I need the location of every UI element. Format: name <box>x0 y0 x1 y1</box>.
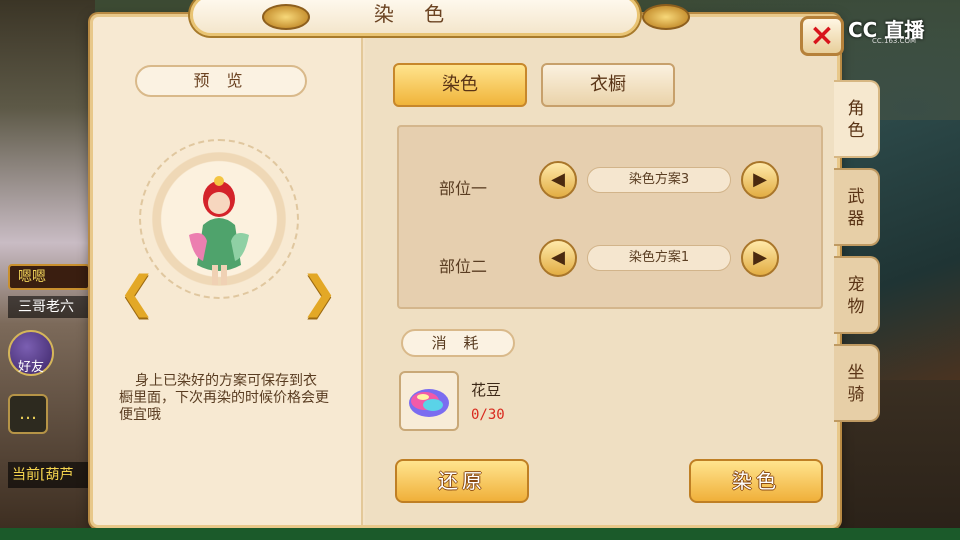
tab-wardrobe[interactable]: 衣橱 <box>541 63 675 107</box>
slot-one-prev-button[interactable]: ◀ <box>539 161 577 199</box>
slot-two-label: 部位二 <box>439 257 488 276</box>
hud-current-channel[interactable]: 当前[葫芦 <box>8 462 90 488</box>
world-right-scenery <box>840 120 960 380</box>
dye-button[interactable]: 染色 <box>689 459 823 503</box>
slot-two-stepper: ◀ 染色方案1 ▶ <box>539 239 779 279</box>
side-tab-weapon-label: 武 器 <box>847 187 865 229</box>
dye-settings-pane: 染色 衣橱 部位一 ◀ 染色方案3 ▶ 部位二 ◀ 染色方案1 ▶ 消 耗 花豆… <box>365 17 837 525</box>
side-tab-mount-label: 坐 骑 <box>847 363 865 405</box>
hud-mute-badge[interactable]: 嗯嗯 <box>8 264 90 290</box>
title-ornament-right-icon <box>642 4 690 30</box>
preview-description: 身上已染好的方案可保存到衣橱里面，下次再染的时候价格会更便宜哦 <box>119 373 329 423</box>
chat-icon[interactable]: … <box>8 394 48 434</box>
hud-friends-button[interactable]: 好友 <box>8 330 54 376</box>
preview-pane: 预 览 ❮ ❯ 身上已染好的方案可保存到衣橱里面，下次再染的时候价格会更便宜哦 <box>93 17 363 525</box>
character-model <box>189 176 249 285</box>
dye-panel: 预 览 ❮ ❯ 身上已染好的方案可保存到衣橱里面，下次再染的时候价格会更便宜哦 … <box>90 14 840 528</box>
flower-bean-icon[interactable] <box>399 371 459 431</box>
side-tab-character-label: 角 色 <box>847 99 865 141</box>
dye-slots-box: 部位一 ◀ 染色方案3 ▶ 部位二 ◀ 染色方案1 ▶ <box>397 125 823 309</box>
window-title: 染 色 <box>190 0 640 36</box>
bottom-chat-strip <box>0 528 960 540</box>
side-tab-pet[interactable]: 宠 物 <box>834 256 880 334</box>
item-count: 0/30 <box>471 407 505 423</box>
hud-channel-text: [葫芦 <box>40 467 74 483</box>
watermark-sub: CC.163.COM <box>872 37 917 45</box>
item-name: 花豆 <box>471 381 502 399</box>
hud-channel-label: 当前 <box>12 467 40 483</box>
window-title-text: 染 色 <box>373 2 457 26</box>
side-tab-mount[interactable]: 坐 骑 <box>834 344 880 422</box>
side-tab-pet-label: 宠 物 <box>847 275 865 317</box>
rotate-right-icon[interactable]: ❯ <box>297 265 341 323</box>
title-ornament-left-icon <box>262 4 310 30</box>
preview-label: 预 览 <box>135 65 307 97</box>
slot-one-label: 部位一 <box>439 179 488 198</box>
hud-friends-label: 好友 <box>17 360 44 375</box>
slot-one-stepper: ◀ 染色方案3 ▶ <box>539 161 779 201</box>
side-tab-character[interactable]: 角 色 <box>834 80 880 158</box>
bean-graphic <box>409 389 449 417</box>
slot-two-prev-button[interactable]: ◀ <box>539 239 577 277</box>
slot-two-value: 染色方案1 <box>587 245 731 271</box>
tab-dye[interactable]: 染色 <box>393 63 527 107</box>
slot-one-next-button[interactable]: ▶ <box>741 161 779 199</box>
slot-two-next-button[interactable]: ▶ <box>741 239 779 277</box>
cost-label: 消 耗 <box>401 329 515 357</box>
side-tab-weapon[interactable]: 武 器 <box>834 168 880 246</box>
slot-one-value: 染色方案3 <box>587 167 731 193</box>
hud-player-name: 三哥老六 <box>8 296 90 318</box>
close-icon[interactable]: × <box>800 16 844 56</box>
rotate-left-icon[interactable]: ❮ <box>115 265 159 323</box>
reset-button[interactable]: 还原 <box>395 459 529 503</box>
